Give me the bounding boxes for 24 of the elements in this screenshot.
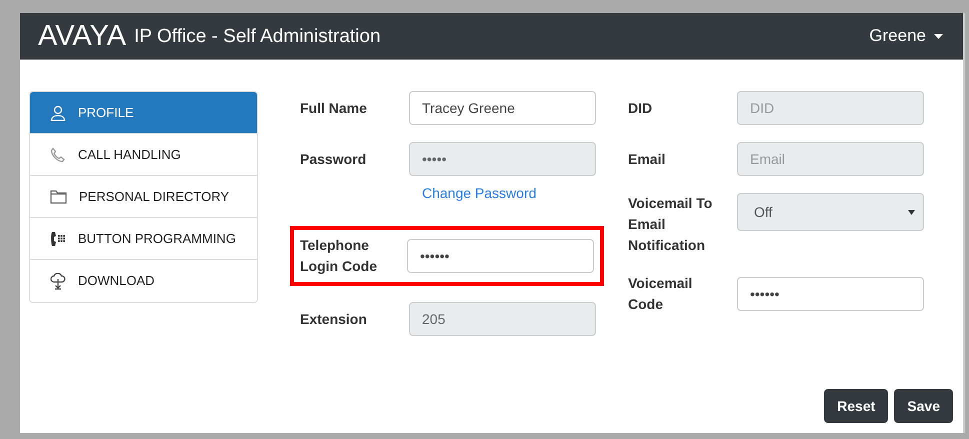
person-icon bbox=[50, 104, 66, 120]
field-label: Password bbox=[300, 150, 368, 168]
user-menu[interactable]: Greene bbox=[869, 26, 943, 46]
cloud-download-icon bbox=[50, 272, 66, 290]
reset-button[interactable]: Reset bbox=[824, 389, 888, 423]
field-label: DID bbox=[628, 98, 654, 118]
logo: AVAYA bbox=[38, 20, 126, 52]
field-label: Extension bbox=[300, 310, 368, 328]
field-label: Full Name bbox=[300, 98, 368, 118]
sidebar-item[interactable]: PROFILE bbox=[30, 92, 257, 134]
input-field[interactable]: •••••• bbox=[407, 239, 594, 273]
field-label: Email bbox=[628, 150, 666, 168]
phone-icon bbox=[50, 146, 66, 162]
field-label: Voicemail Code bbox=[628, 274, 694, 314]
field-label: Voicemail To Email Notification bbox=[628, 194, 714, 255]
input-field[interactable]: •••••• bbox=[737, 277, 924, 311]
caret-icon bbox=[934, 34, 943, 38]
app-title: IP Office - Self Administration bbox=[134, 26, 381, 48]
phone-keypad-icon bbox=[50, 230, 66, 246]
caret-icon bbox=[908, 210, 915, 214]
field-label: Telephone Login Code bbox=[300, 236, 378, 276]
save-button[interactable]: Save bbox=[894, 389, 953, 423]
folder-icon bbox=[50, 190, 67, 204]
input-field[interactable]: Tracey Greene bbox=[409, 91, 596, 125]
